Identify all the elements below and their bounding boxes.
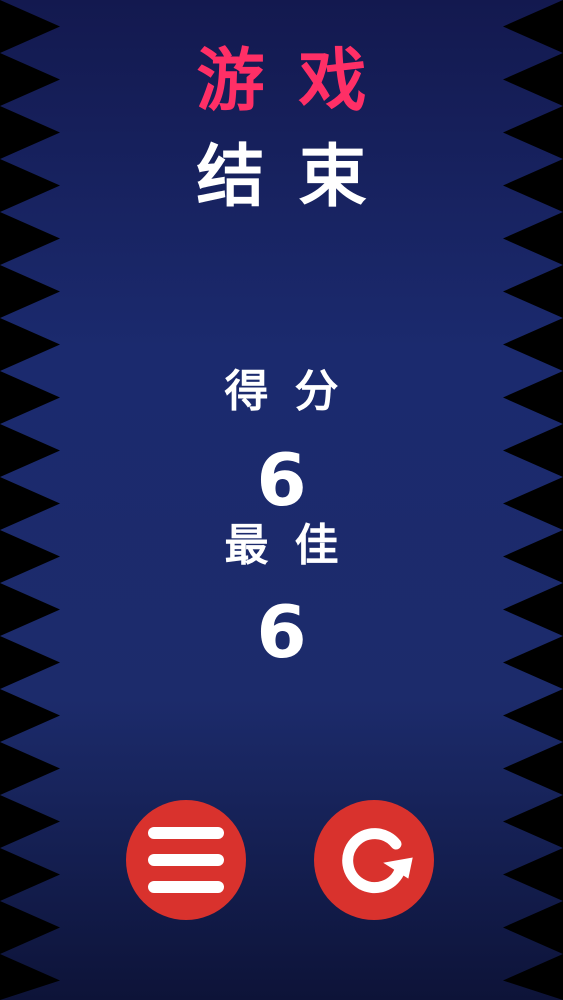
- game-over-screen: 游戏 结束 得分 6 最佳 6: [0, 0, 563, 1000]
- game-over-title-line1: 游戏: [196, 42, 401, 121]
- hamburger-menu-icon: [126, 800, 246, 920]
- restart-arrow-icon: [314, 800, 434, 920]
- restart-button[interactable]: [314, 800, 434, 920]
- score-label: 得分: [224, 366, 365, 417]
- best-score-label: 最佳: [224, 520, 365, 571]
- best-score-value: 6: [256, 590, 307, 674]
- score-value: 6: [256, 438, 307, 522]
- game-over-title-line2: 结束: [196, 138, 401, 217]
- menu-button[interactable]: [126, 800, 246, 920]
